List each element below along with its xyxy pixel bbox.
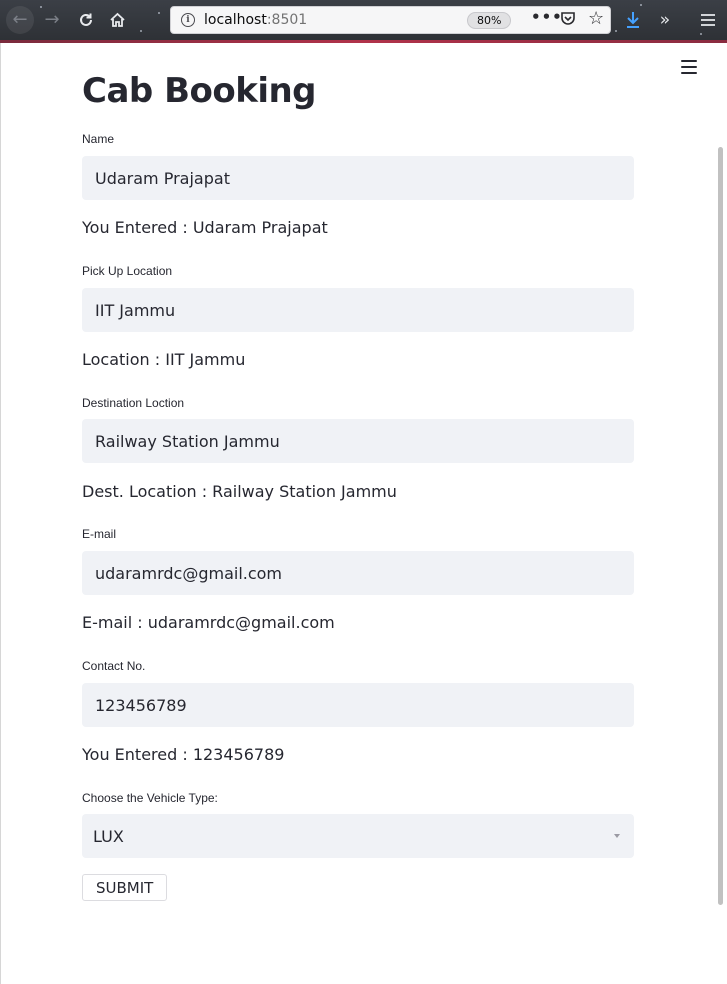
background-star [640, 4, 642, 6]
name-input[interactable] [82, 156, 634, 200]
page-actions-icon[interactable]: ••• [531, 8, 563, 26]
reload-icon [80, 13, 92, 26]
destination-input[interactable] [82, 419, 634, 463]
arrow-right-icon: → [44, 9, 60, 30]
email-echo-text: E-mail : udaramrdc@gmail.com [82, 613, 335, 632]
bookmark-star-icon[interactable]: ☆ [588, 8, 604, 29]
background-star [700, 33, 702, 35]
pocket-icon[interactable] [560, 10, 576, 30]
email-label: E-mail [82, 527, 117, 541]
vehicle-type-select[interactable]: LUX [82, 814, 634, 858]
url-text[interactable]: localhost:8501 [204, 12, 307, 28]
name-echo-text: You Entered : Udaram Prajapat [82, 218, 328, 237]
contact-echo-text: You Entered : 123456789 [82, 745, 285, 764]
address-bar[interactable]: i localhost:8501 80% ••• ☆ [170, 6, 611, 34]
home-button[interactable] [105, 8, 129, 32]
vehicle-type-selected-value: LUX [93, 826, 124, 846]
caret-down-icon [614, 834, 620, 838]
destination-echo-text: Dest. Location : Railway Station Jammu [82, 482, 397, 501]
double-chevron-icon: » [659, 9, 671, 30]
url-host: localhost [204, 12, 267, 28]
page-viewport: Cab Booking Name You Entered : Udaram Pr… [0, 43, 727, 984]
name-label: Name [82, 132, 115, 146]
page-title: Cab Booking [82, 71, 317, 111]
info-icon[interactable]: i [181, 13, 195, 27]
download-icon [627, 12, 639, 28]
background-star [158, 12, 160, 14]
submit-button[interactable]: SUBMIT [82, 874, 168, 901]
zoom-level-badge[interactable]: 80% [467, 12, 512, 29]
hamburger-menu-icon[interactable] [681, 60, 697, 74]
menu-icon [701, 14, 715, 26]
overflow-button[interactable]: » [653, 8, 677, 32]
downloads-button[interactable] [621, 8, 645, 32]
vehicle-type-label: Choose the Vehicle Type: [82, 791, 218, 805]
home-icon [109, 12, 125, 27]
contact-label: Contact No. [82, 659, 146, 673]
pickup-label: Pick Up Location [82, 264, 173, 278]
pickup-location-input[interactable] [82, 288, 634, 332]
back-button[interactable]: ← [8, 8, 32, 32]
contact-input[interactable] [82, 683, 634, 727]
forward-button[interactable]: → [40, 8, 64, 32]
url-port: :8501 [266, 12, 308, 28]
arrow-left-icon: ← [12, 9, 28, 30]
background-star [140, 30, 142, 32]
pickup-echo-text: Location : IIT Jammu [82, 350, 246, 369]
browser-toolbar: ← → i localhost:8501 80% ••• ☆ » [0, 0, 727, 43]
scrollbar-thumb[interactable] [718, 147, 723, 905]
app-menu-button[interactable] [696, 8, 720, 32]
email-input[interactable] [82, 551, 634, 595]
destination-label: Destination Loction [82, 396, 185, 410]
background-star [615, 30, 617, 32]
reload-button[interactable] [74, 8, 98, 32]
